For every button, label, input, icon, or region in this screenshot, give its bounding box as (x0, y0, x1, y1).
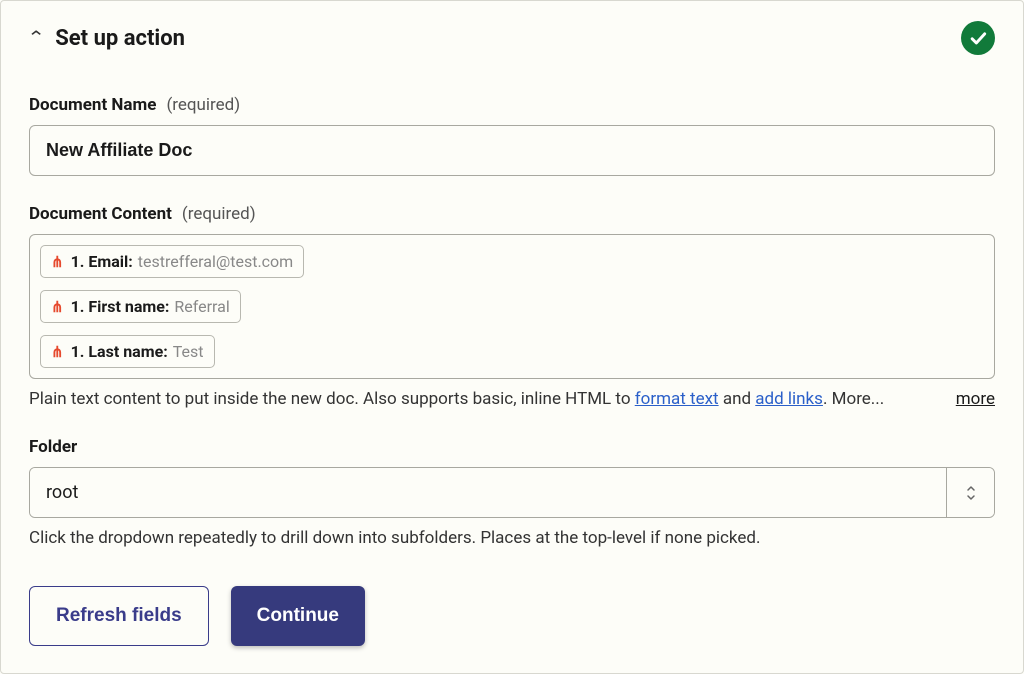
help-text-mid: and (719, 389, 756, 409)
more-toggle[interactable]: more (956, 389, 995, 409)
pill-value: Test (173, 342, 204, 361)
document-content-input[interactable]: ⋔ 1. Email: testrefferal@test.com ⋔ 1. F… (29, 234, 995, 379)
document-content-label: Document Content (29, 204, 172, 224)
button-row: Refresh fields Continue (29, 586, 995, 646)
field-label-row: Folder (29, 437, 995, 457)
folder-field: Folder root Click the dropdown repeatedl… (29, 437, 995, 548)
document-name-label: Document Name (29, 95, 156, 115)
continue-button[interactable]: Continue (231, 586, 365, 646)
pill-label: 1. Last name: (71, 342, 168, 361)
content-help-row: Plain text content to put inside the new… (29, 389, 995, 409)
folder-help-text: Click the dropdown repeatedly to drill d… (29, 528, 995, 548)
merge-icon: ⋔ (51, 343, 64, 361)
content-pill-lastname[interactable]: ⋔ 1. Last name: Test (40, 335, 215, 368)
content-pill-firstname[interactable]: ⋔ 1. First name: Referral (40, 290, 241, 323)
pill-value: Referral (174, 297, 229, 316)
document-content-field: Document Content (required) ⋔ 1. Email: … (29, 204, 995, 409)
help-text-suffix: . More... (823, 389, 884, 409)
folder-select[interactable]: root (29, 467, 995, 518)
select-caret-icon (946, 468, 994, 517)
chevron-up-icon[interactable]: ⌃ (27, 28, 46, 48)
merge-icon: ⋔ (51, 253, 64, 271)
check-icon (968, 28, 988, 48)
field-label-row: Document Name (required) (29, 95, 995, 115)
add-links-link[interactable]: add links (755, 389, 823, 409)
section-title: Set up action (55, 26, 185, 51)
required-tag: (required) (166, 95, 240, 115)
merge-icon: ⋔ (51, 298, 64, 316)
document-name-field: Document Name (required) (29, 95, 995, 176)
required-tag: (required) (182, 204, 256, 224)
content-help-text: Plain text content to put inside the new… (29, 389, 936, 409)
document-name-input[interactable] (29, 125, 995, 176)
format-text-link[interactable]: format text (635, 389, 719, 409)
pill-value: testrefferal@test.com (138, 252, 293, 271)
folder-label: Folder (29, 437, 77, 457)
status-complete-badge (961, 21, 995, 55)
refresh-fields-button[interactable]: Refresh fields (29, 586, 209, 646)
help-text-prefix: Plain text content to put inside the new… (29, 389, 635, 409)
pill-label: 1. First name: (71, 297, 170, 316)
pill-label: 1. Email: (71, 252, 133, 271)
setup-action-panel: ⌃ Set up action Document Name (required)… (0, 0, 1024, 674)
folder-selected-value: root (30, 468, 946, 517)
content-pill-email[interactable]: ⋔ 1. Email: testrefferal@test.com (40, 245, 304, 278)
panel-header: ⌃ Set up action (29, 21, 995, 55)
field-label-row: Document Content (required) (29, 204, 995, 224)
